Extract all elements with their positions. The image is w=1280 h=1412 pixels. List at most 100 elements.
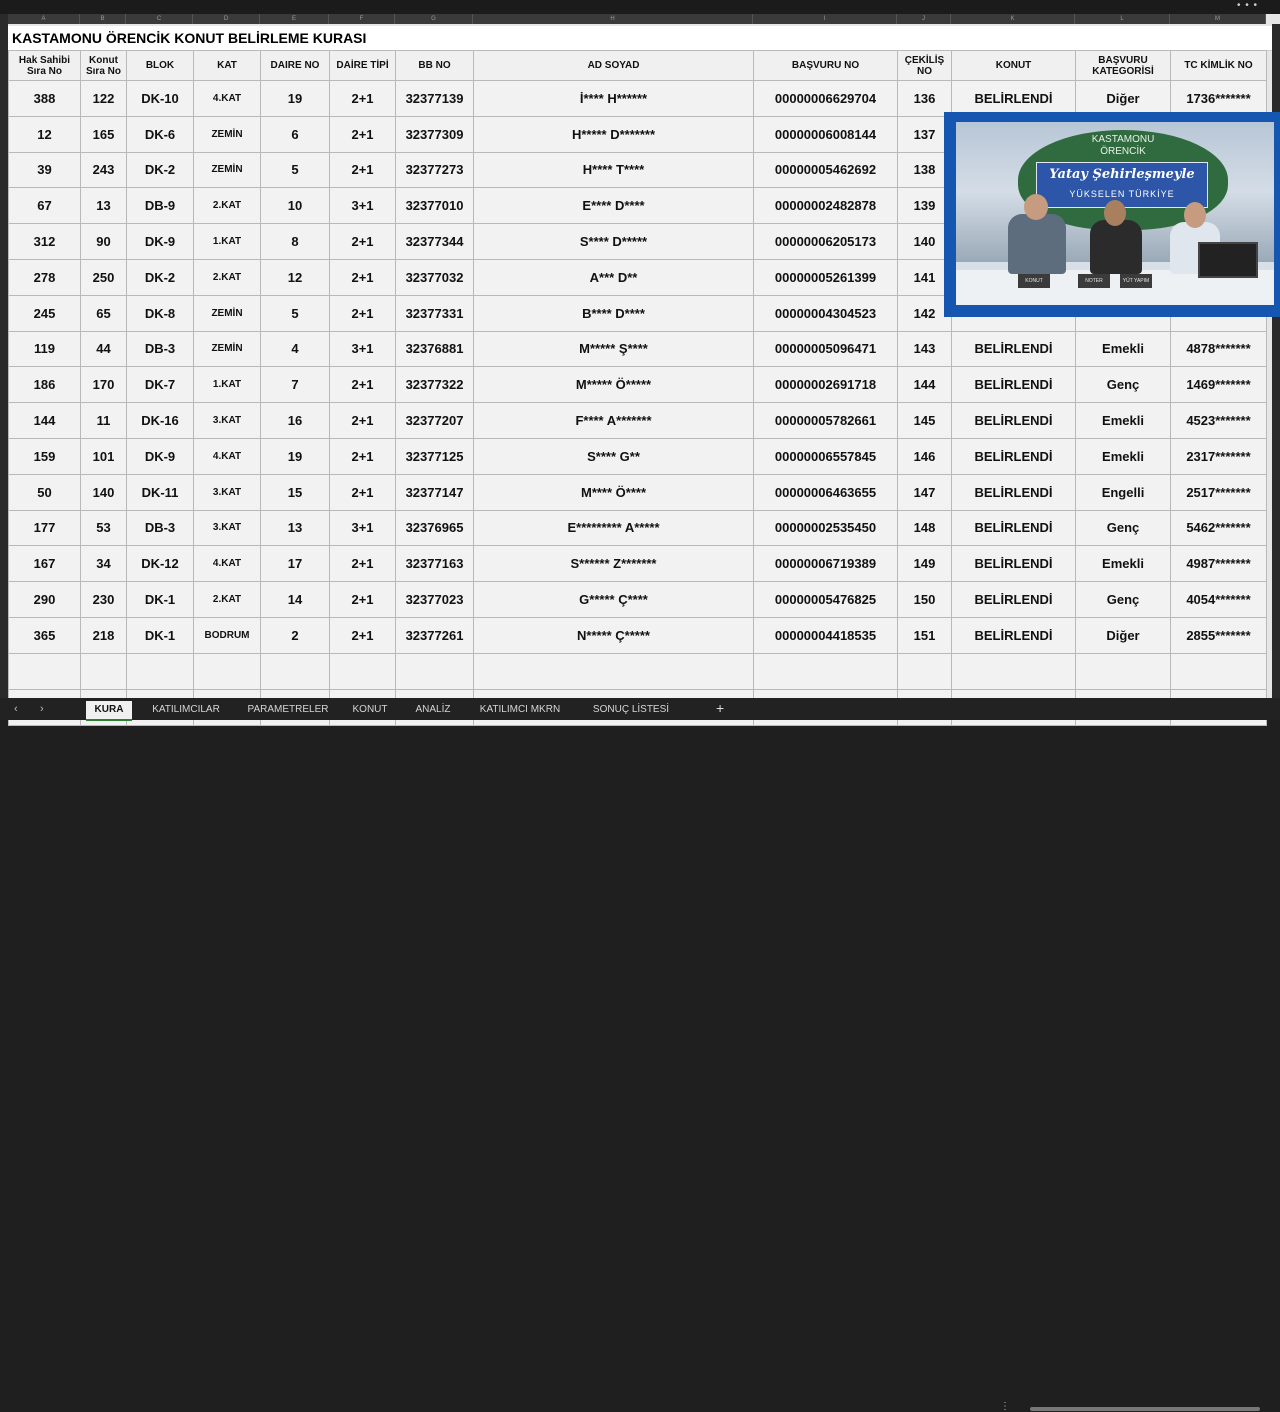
table-cell[interactable]: H***** D******* [473, 115, 754, 153]
table-cell[interactable]: 32377261 [395, 616, 474, 654]
table-cell[interactable]: 2+1 [329, 366, 396, 404]
table-cell[interactable]: 1469******* [1170, 366, 1267, 404]
table-cell[interactable]: 3+1 [329, 509, 396, 547]
table-cell[interactable]: 32377032 [395, 258, 474, 296]
table-cell[interactable]: 17 [260, 545, 330, 583]
table-cell[interactable]: ZEMİN [193, 115, 261, 153]
table-cell[interactable]: 32377139 [395, 80, 474, 117]
table-cell[interactable]: 312 [8, 223, 81, 260]
table-cell[interactable]: Genç [1075, 366, 1171, 404]
column-letter-b[interactable]: B [80, 14, 126, 24]
table-cell[interactable]: 170 [80, 366, 127, 404]
column-letter-k[interactable]: K [951, 14, 1075, 24]
table-cell[interactable]: 2+1 [329, 473, 396, 511]
column-header-5[interactable]: DAİRE TİPİ [329, 50, 396, 81]
table-cell[interactable]: 14 [260, 581, 330, 618]
column-header-4[interactable]: DAIRE NO [260, 50, 330, 81]
table-cell[interactable]: F**** A******* [473, 402, 754, 439]
table-cell[interactable]: 00000005476825 [753, 581, 898, 618]
table-cell[interactable]: 3+1 [329, 187, 396, 225]
column-letter-h[interactable]: H [473, 14, 753, 24]
table-cell[interactable]: 32377147 [395, 473, 474, 511]
table-cell[interactable]: 2.KAT [193, 258, 261, 296]
table-cell[interactable]: 4 [260, 330, 330, 368]
table-cell[interactable]: 1.KAT [193, 366, 261, 404]
add-sheet-icon[interactable]: + [716, 700, 724, 716]
table-cell[interactable]: 00000002535450 [753, 509, 898, 547]
table-cell[interactable]: DK-8 [126, 294, 194, 332]
column-header-10[interactable]: KONUT [951, 50, 1076, 81]
table-cell[interactable]: ZEMİN [193, 330, 261, 368]
table-cell[interactable]: DK-7 [126, 366, 194, 404]
table-cell[interactable]: 4523******* [1170, 402, 1267, 439]
table-cell[interactable]: 146 [897, 437, 952, 475]
table-cell[interactable]: 00000005096471 [753, 330, 898, 368]
empty-cell[interactable] [1075, 652, 1171, 690]
table-cell[interactable]: 5 [260, 294, 330, 332]
prev-sheet-icon[interactable]: ‹ [14, 703, 18, 715]
table-cell[interactable]: Diğer [1075, 80, 1171, 117]
table-cell[interactable]: 145 [897, 402, 952, 439]
table-cell[interactable]: 143 [897, 330, 952, 368]
table-cell[interactable]: M***** Ş**** [473, 330, 754, 368]
table-cell[interactable]: Emekli [1075, 437, 1171, 475]
table-cell[interactable]: 159 [8, 437, 81, 475]
table-cell[interactable]: 00000005261399 [753, 258, 898, 296]
table-cell[interactable]: 67 [8, 187, 81, 225]
table-cell[interactable]: 4987******* [1170, 545, 1267, 583]
table-cell[interactable]: 165 [80, 115, 127, 153]
table-cell[interactable]: S**** D***** [473, 223, 754, 260]
table-cell[interactable]: DB-9 [126, 187, 194, 225]
table-cell[interactable]: 32377309 [395, 115, 474, 153]
table-cell[interactable]: 2+1 [329, 115, 396, 153]
table-cell[interactable]: 4.KAT [193, 545, 261, 583]
table-cell[interactable]: 6 [260, 115, 330, 153]
table-cell[interactable]: 2.KAT [193, 581, 261, 618]
table-cell[interactable]: DK-1 [126, 581, 194, 618]
table-cell[interactable]: 32376965 [395, 509, 474, 547]
table-cell[interactable]: 186 [8, 366, 81, 404]
table-cell[interactable]: M***** Ö***** [473, 366, 754, 404]
column-header-12[interactable]: TC KİMLİK NO [1170, 50, 1267, 81]
column-header-0[interactable]: Hak Sahibi Sıra No [8, 50, 81, 81]
table-cell[interactable]: 144 [897, 366, 952, 404]
column-header-2[interactable]: BLOK [126, 50, 194, 81]
tab-analiz[interactable]: ANALİZ [404, 701, 462, 719]
table-cell[interactable]: N***** Ç***** [473, 616, 754, 654]
table-cell[interactable]: BODRUM [193, 616, 261, 654]
table-cell[interactable]: 2.KAT [193, 187, 261, 225]
table-cell[interactable]: G***** Ç**** [473, 581, 754, 618]
table-cell[interactable]: 3.KAT [193, 402, 261, 439]
table-cell[interactable]: DK-2 [126, 258, 194, 296]
table-cell[interactable]: 2+1 [329, 402, 396, 439]
table-cell[interactable]: 167 [8, 545, 81, 583]
tab-katilimci-mkrn[interactable]: KATILIMCI MKRN [468, 701, 572, 719]
column-letter-i[interactable]: I [753, 14, 897, 24]
column-header-9[interactable]: ÇEKİLİŞ NO [897, 50, 952, 81]
table-cell[interactable]: 32377125 [395, 437, 474, 475]
empty-cell[interactable] [395, 652, 474, 690]
tab-kura[interactable]: KURA [86, 701, 132, 721]
table-cell[interactable]: 177 [8, 509, 81, 547]
table-cell[interactable]: DK-1 [126, 616, 194, 654]
column-header-11[interactable]: BAŞVURU KATEGORİSİ [1075, 50, 1171, 81]
column-letter-e[interactable]: E [260, 14, 329, 24]
table-cell[interactable]: 00000005782661 [753, 402, 898, 439]
table-cell[interactable]: 32376881 [395, 330, 474, 368]
table-cell[interactable]: Engelli [1075, 473, 1171, 511]
table-cell[interactable]: E**** D**** [473, 187, 754, 225]
horizontal-scrollbar[interactable] [1030, 1407, 1260, 1411]
table-cell[interactable]: 00000005462692 [753, 151, 898, 189]
table-cell[interactable]: E********* A***** [473, 509, 754, 547]
column-letter-j[interactable]: J [897, 14, 951, 24]
table-cell[interactable]: 2517******* [1170, 473, 1267, 511]
table-cell[interactable]: DB-3 [126, 509, 194, 547]
table-cell[interactable]: 2+1 [329, 294, 396, 332]
table-cell[interactable]: 150 [897, 581, 952, 618]
column-header-3[interactable]: KAT [193, 50, 261, 81]
tab-parametreler[interactable]: PARAMETRELER [240, 701, 336, 719]
table-cell[interactable]: 00000006557845 [753, 437, 898, 475]
table-cell[interactable]: 11 [80, 402, 127, 439]
table-cell[interactable]: 140 [80, 473, 127, 511]
table-cell[interactable]: BELİRLENDİ [951, 402, 1076, 439]
